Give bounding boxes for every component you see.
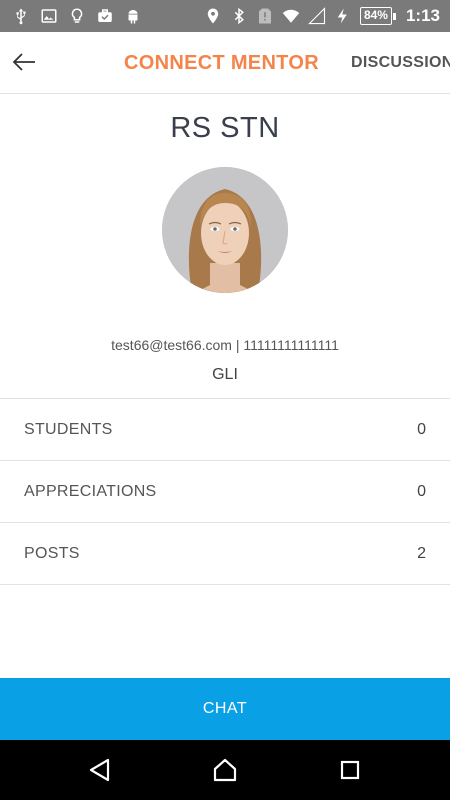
organization: GLI	[212, 366, 238, 383]
stat-row-posts[interactable]: POSTS 2	[0, 523, 450, 585]
app-bar: CONNECT MENTOR DISCUSSION	[0, 32, 450, 94]
stat-label: APPRECIATIONS	[24, 482, 157, 500]
signal-icon	[308, 7, 326, 25]
battery-level: 84%	[359, 7, 392, 25]
avatar	[162, 167, 288, 293]
back-triangle-icon	[89, 758, 110, 782]
clock: 1:13	[405, 6, 440, 25]
bluetooth-icon	[230, 7, 248, 25]
location-icon	[204, 7, 222, 25]
contact-info: test66@test66.com | 11111111111111	[111, 337, 339, 353]
recents-icon	[340, 760, 360, 780]
wifi-icon	[282, 7, 300, 25]
stat-row-appreciations[interactable]: APPRECIATIONS 0	[0, 461, 450, 523]
nav-recents-button[interactable]	[335, 755, 365, 785]
battery-indicator: 84%	[359, 7, 396, 25]
nav-back-button[interactable]	[85, 755, 115, 785]
status-bar-system: 84% 1:13	[204, 0, 440, 32]
status-bar-notifications	[12, 0, 142, 32]
stat-value: 0	[417, 482, 426, 500]
status-bar: 84% 1:13	[0, 0, 450, 32]
system-nav-bar	[0, 740, 450, 800]
lightbulb-icon	[68, 7, 86, 25]
alert-icon	[256, 7, 274, 25]
android-icon	[124, 7, 142, 25]
usb-icon	[12, 7, 30, 25]
profile-name: RS STN	[170, 112, 280, 144]
stat-value: 0	[417, 420, 426, 438]
stat-label: POSTS	[24, 544, 80, 562]
tab-discussion[interactable]: DISCUSSION	[351, 32, 450, 93]
stats-list: STUDENTS 0 APPRECIATIONS 0 POSTS 2	[0, 398, 450, 585]
stat-row-students[interactable]: STUDENTS 0	[0, 399, 450, 461]
nav-home-button[interactable]	[210, 755, 240, 785]
chat-button[interactable]: CHAT	[0, 678, 450, 740]
home-icon	[213, 758, 237, 782]
stat-value: 2	[417, 544, 426, 562]
briefcase-check-icon	[96, 7, 114, 25]
charging-icon	[334, 7, 352, 25]
back-button[interactable]	[8, 46, 40, 78]
image-icon	[40, 7, 58, 25]
battery-tip	[392, 12, 396, 20]
stat-label: STUDENTS	[24, 420, 113, 438]
tab-connect-mentor[interactable]: CONNECT MENTOR	[124, 32, 319, 93]
arrow-left-icon	[12, 53, 35, 71]
